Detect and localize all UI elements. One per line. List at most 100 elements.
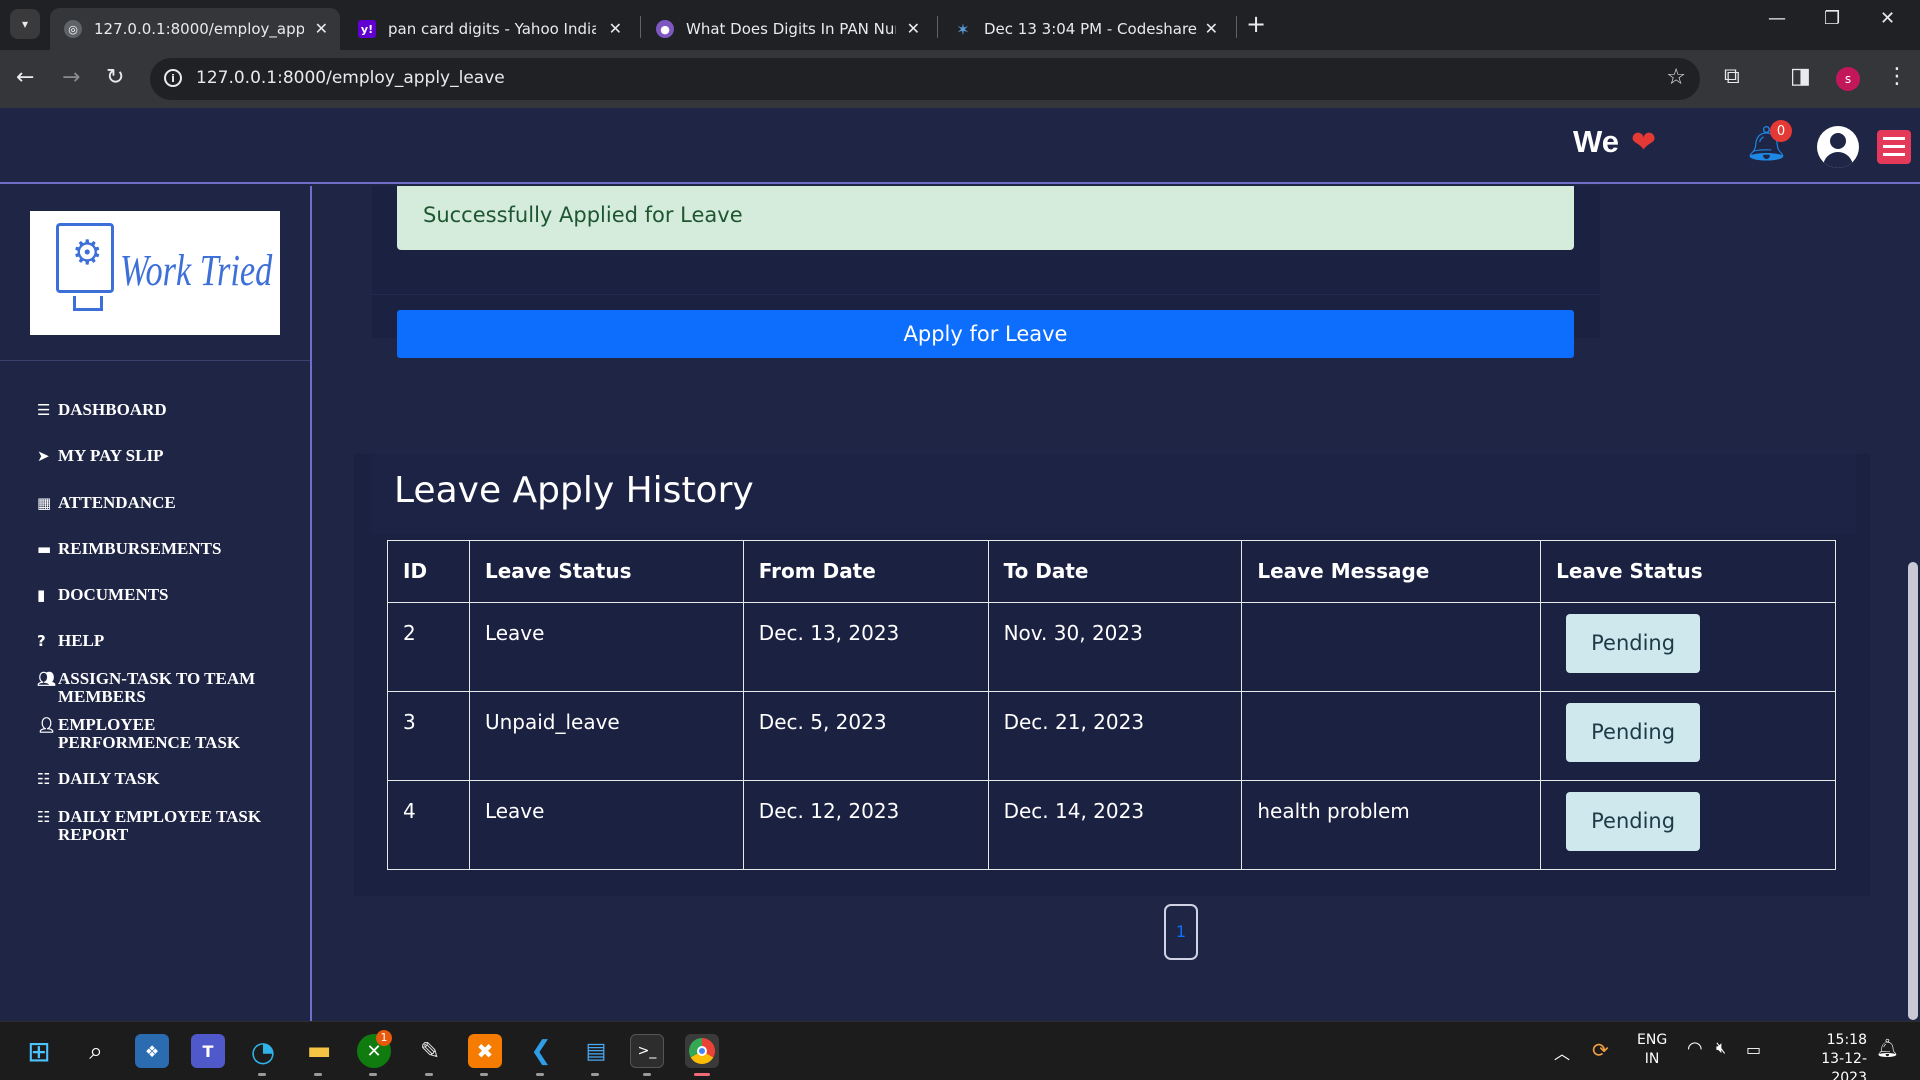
apply-for-leave-button[interactable]: Apply for Leave bbox=[397, 310, 1574, 358]
terminal-icon[interactable]: >_ bbox=[630, 1034, 664, 1068]
clock[interactable]: 15:18 13-12-2023 bbox=[1787, 1031, 1867, 1080]
volume-muted-icon[interactable]: 🔇︎ bbox=[1716, 1038, 1726, 1058]
question-circle-icon: ? bbox=[37, 632, 46, 650]
sidebar-item-documents[interactable]: ▮ DOCUMENTS bbox=[37, 586, 287, 605]
tab-separator bbox=[640, 16, 641, 38]
wifi-icon[interactable]: ◠ bbox=[1687, 1038, 1703, 1059]
running-indicator bbox=[258, 1073, 266, 1076]
windows-taskbar: ⊞ ⌕ ❖ T ◔ ▬ ✕ 1 ✎ ✖ ❮ ▤ >_ ︿ ⟳ ENG IN ◠ … bbox=[0, 1021, 1920, 1080]
bookmark-star-icon[interactable]: ☆ bbox=[1666, 65, 1686, 90]
sync-icon[interactable]: ⟳ bbox=[1592, 1038, 1609, 1062]
close-tab-icon[interactable]: ✕ bbox=[315, 19, 328, 38]
status-badge[interactable]: Pending bbox=[1566, 703, 1701, 762]
vscode-icon[interactable]: ❮ bbox=[524, 1034, 558, 1068]
history-card-header: Leave Apply History bbox=[372, 454, 1856, 534]
hamburger-menu-icon[interactable] bbox=[1877, 130, 1911, 164]
sidebar-item-dashboard[interactable]: ☰ DASHBOARD bbox=[37, 401, 287, 420]
table-row: 3 Unpaid_leave Dec. 5, 2023 Dec. 21, 202… bbox=[387, 691, 1836, 781]
running-indicator bbox=[694, 1073, 710, 1076]
sidebar-item-label: DAILY TASK bbox=[58, 769, 160, 788]
close-window-icon[interactable]: ✕ bbox=[1880, 8, 1895, 29]
cell-status: Pending bbox=[1540, 602, 1836, 692]
forward-icon[interactable]: → bbox=[62, 65, 80, 90]
close-tab-icon[interactable]: ✕ bbox=[609, 19, 622, 38]
cell-to-date: Nov. 30, 2023 bbox=[987, 602, 1243, 692]
close-tab-icon[interactable]: ✕ bbox=[907, 19, 920, 38]
lang-secondary: IN bbox=[1644, 1051, 1660, 1067]
user-avatar-icon[interactable] bbox=[1817, 126, 1859, 168]
bars-icon: ☰ bbox=[37, 401, 51, 419]
table-row: 2 Leave Dec. 13, 2023 Nov. 30, 2023 Pend… bbox=[387, 602, 1836, 692]
tab-title: What Does Digits In PAN Numb bbox=[686, 20, 896, 38]
tab-search-button[interactable]: ▾ bbox=[10, 9, 40, 39]
reload-icon[interactable]: ↻ bbox=[106, 65, 124, 90]
sidebar-item-help[interactable]: ? HELP bbox=[37, 631, 287, 651]
sidebar-item-my-pay-slip[interactable]: ➤ MY PAY SLIP bbox=[37, 447, 287, 466]
column-header: Leave Status bbox=[468, 540, 744, 603]
page-scrollbar[interactable] bbox=[1908, 562, 1918, 1020]
card-divider bbox=[372, 294, 1600, 295]
table-row: 4 Leave Dec. 12, 2023 Dec. 14, 2023 heal… bbox=[387, 780, 1836, 870]
xampp-icon[interactable]: ✖ bbox=[468, 1034, 502, 1068]
teams-icon[interactable]: T bbox=[191, 1034, 225, 1068]
cell-to-date: Dec. 14, 2023 bbox=[987, 780, 1243, 870]
address-bar[interactable]: i 127.0.0.1:8000/employ_apply_leave ☆ bbox=[150, 58, 1700, 100]
credit-card-icon: ▬ bbox=[37, 540, 52, 558]
running-indicator bbox=[480, 1073, 488, 1076]
search-icon[interactable]: ⌕ bbox=[79, 1034, 113, 1068]
sidebar-item-assign-task[interactable]: 👥︎ ASSIGN-TASK TO TEAM MEMBERS bbox=[37, 670, 287, 706]
leave-history-card: Leave Apply History ID Leave Status From… bbox=[354, 454, 1870, 896]
site-info-icon[interactable]: i bbox=[164, 69, 182, 87]
tab-pan-digits[interactable]: ● What Does Digits In PAN Numb ✕ bbox=[642, 8, 932, 50]
tab-codeshare[interactable]: ✶ Dec 13 3:04 PM - Codeshare ✕ bbox=[940, 8, 1230, 50]
clock-time: 15:18 bbox=[1826, 1032, 1867, 1048]
minimize-icon[interactable]: — bbox=[1768, 8, 1786, 29]
running-indicator bbox=[591, 1073, 599, 1076]
notification-center-icon[interactable]: 🔔︎ bbox=[1876, 1038, 1899, 1059]
battery-icon[interactable]: ▭ bbox=[1746, 1040, 1761, 1059]
we-text: We bbox=[1573, 124, 1619, 159]
chrome-icon[interactable] bbox=[685, 1034, 719, 1068]
yahoo-icon: y! bbox=[358, 20, 376, 38]
back-icon[interactable]: ← bbox=[16, 65, 34, 90]
side-panel-icon[interactable]: ◨ bbox=[1790, 64, 1811, 89]
cell-from-date: Dec. 5, 2023 bbox=[742, 691, 989, 781]
widgets-icon[interactable]: ❖ bbox=[135, 1034, 169, 1068]
logo-text: Work Tried bbox=[120, 246, 273, 295]
column-header: From Date bbox=[742, 540, 989, 603]
browser-menu-icon[interactable]: ⋮ bbox=[1886, 64, 1908, 89]
windows-start-icon[interactable]: ⊞ bbox=[22, 1034, 56, 1068]
sidebar-item-daily-employee-report[interactable]: ☷ DAILY EMPLOYEE TASK REPORT bbox=[37, 808, 287, 844]
sidebar-item-employee-performence[interactable]: 👤︎ EMPLOYEE PERFORMENCE TASK bbox=[37, 716, 287, 752]
tab-employ-apply-leave[interactable]: ◎ 127.0.0.1:8000/employ_apply_le ✕ bbox=[50, 8, 340, 50]
user-edit-icon: 👤︎ bbox=[37, 716, 57, 734]
close-tab-icon[interactable]: ✕ bbox=[1205, 19, 1218, 38]
sidebar-item-daily-task[interactable]: ☷ DAILY TASK bbox=[37, 769, 287, 789]
file-explorer-icon[interactable]: ▬ bbox=[302, 1034, 336, 1068]
edge-icon[interactable]: ◔ bbox=[246, 1034, 280, 1068]
show-hidden-icons[interactable]: ︿ bbox=[1554, 1040, 1570, 1064]
sidebar-item-reimbursements[interactable]: ▬ REIMBURSEMENTS bbox=[37, 540, 287, 559]
notes-icon[interactable]: ▤ bbox=[579, 1034, 613, 1068]
restore-icon[interactable]: ❐ bbox=[1824, 8, 1840, 29]
paper-plane-icon: ➤ bbox=[37, 447, 50, 465]
page-title: Leave Apply History bbox=[394, 470, 754, 511]
tab-yahoo-search[interactable]: y! pan card digits - Yahoo India Se ✕ bbox=[344, 8, 634, 50]
sidebar-item-attendance[interactable]: ▦ ATTENDANCE bbox=[37, 494, 287, 513]
pagination-page-1[interactable]: 1 bbox=[1164, 904, 1198, 960]
web-page: We ❤ 🔔︎ 0 ⚙ Work Tried ☰ DASHBOARD ➤ MY … bbox=[0, 108, 1920, 1021]
running-indicator bbox=[314, 1073, 322, 1076]
profile-avatar[interactable]: s bbox=[1836, 67, 1860, 91]
tab-title: pan card digits - Yahoo India Se bbox=[388, 20, 596, 38]
extensions-icon[interactable]: ⧉ bbox=[1724, 64, 1740, 89]
sidebar-item-label: DAILY EMPLOYEE TASK REPORT bbox=[58, 807, 262, 844]
notepad-icon[interactable]: ✎ bbox=[413, 1034, 447, 1068]
tab-title: Dec 13 3:04 PM - Codeshare bbox=[984, 20, 1198, 38]
running-indicator bbox=[536, 1073, 544, 1076]
status-badge[interactable]: Pending bbox=[1566, 614, 1701, 673]
status-badge[interactable]: Pending bbox=[1566, 792, 1701, 851]
users-icon: 👥︎ bbox=[37, 670, 57, 688]
new-tab-icon[interactable]: + bbox=[1246, 10, 1266, 38]
language-indicator[interactable]: ENG IN bbox=[1637, 1031, 1667, 1069]
sidebar-item-label: HELP bbox=[58, 631, 105, 650]
